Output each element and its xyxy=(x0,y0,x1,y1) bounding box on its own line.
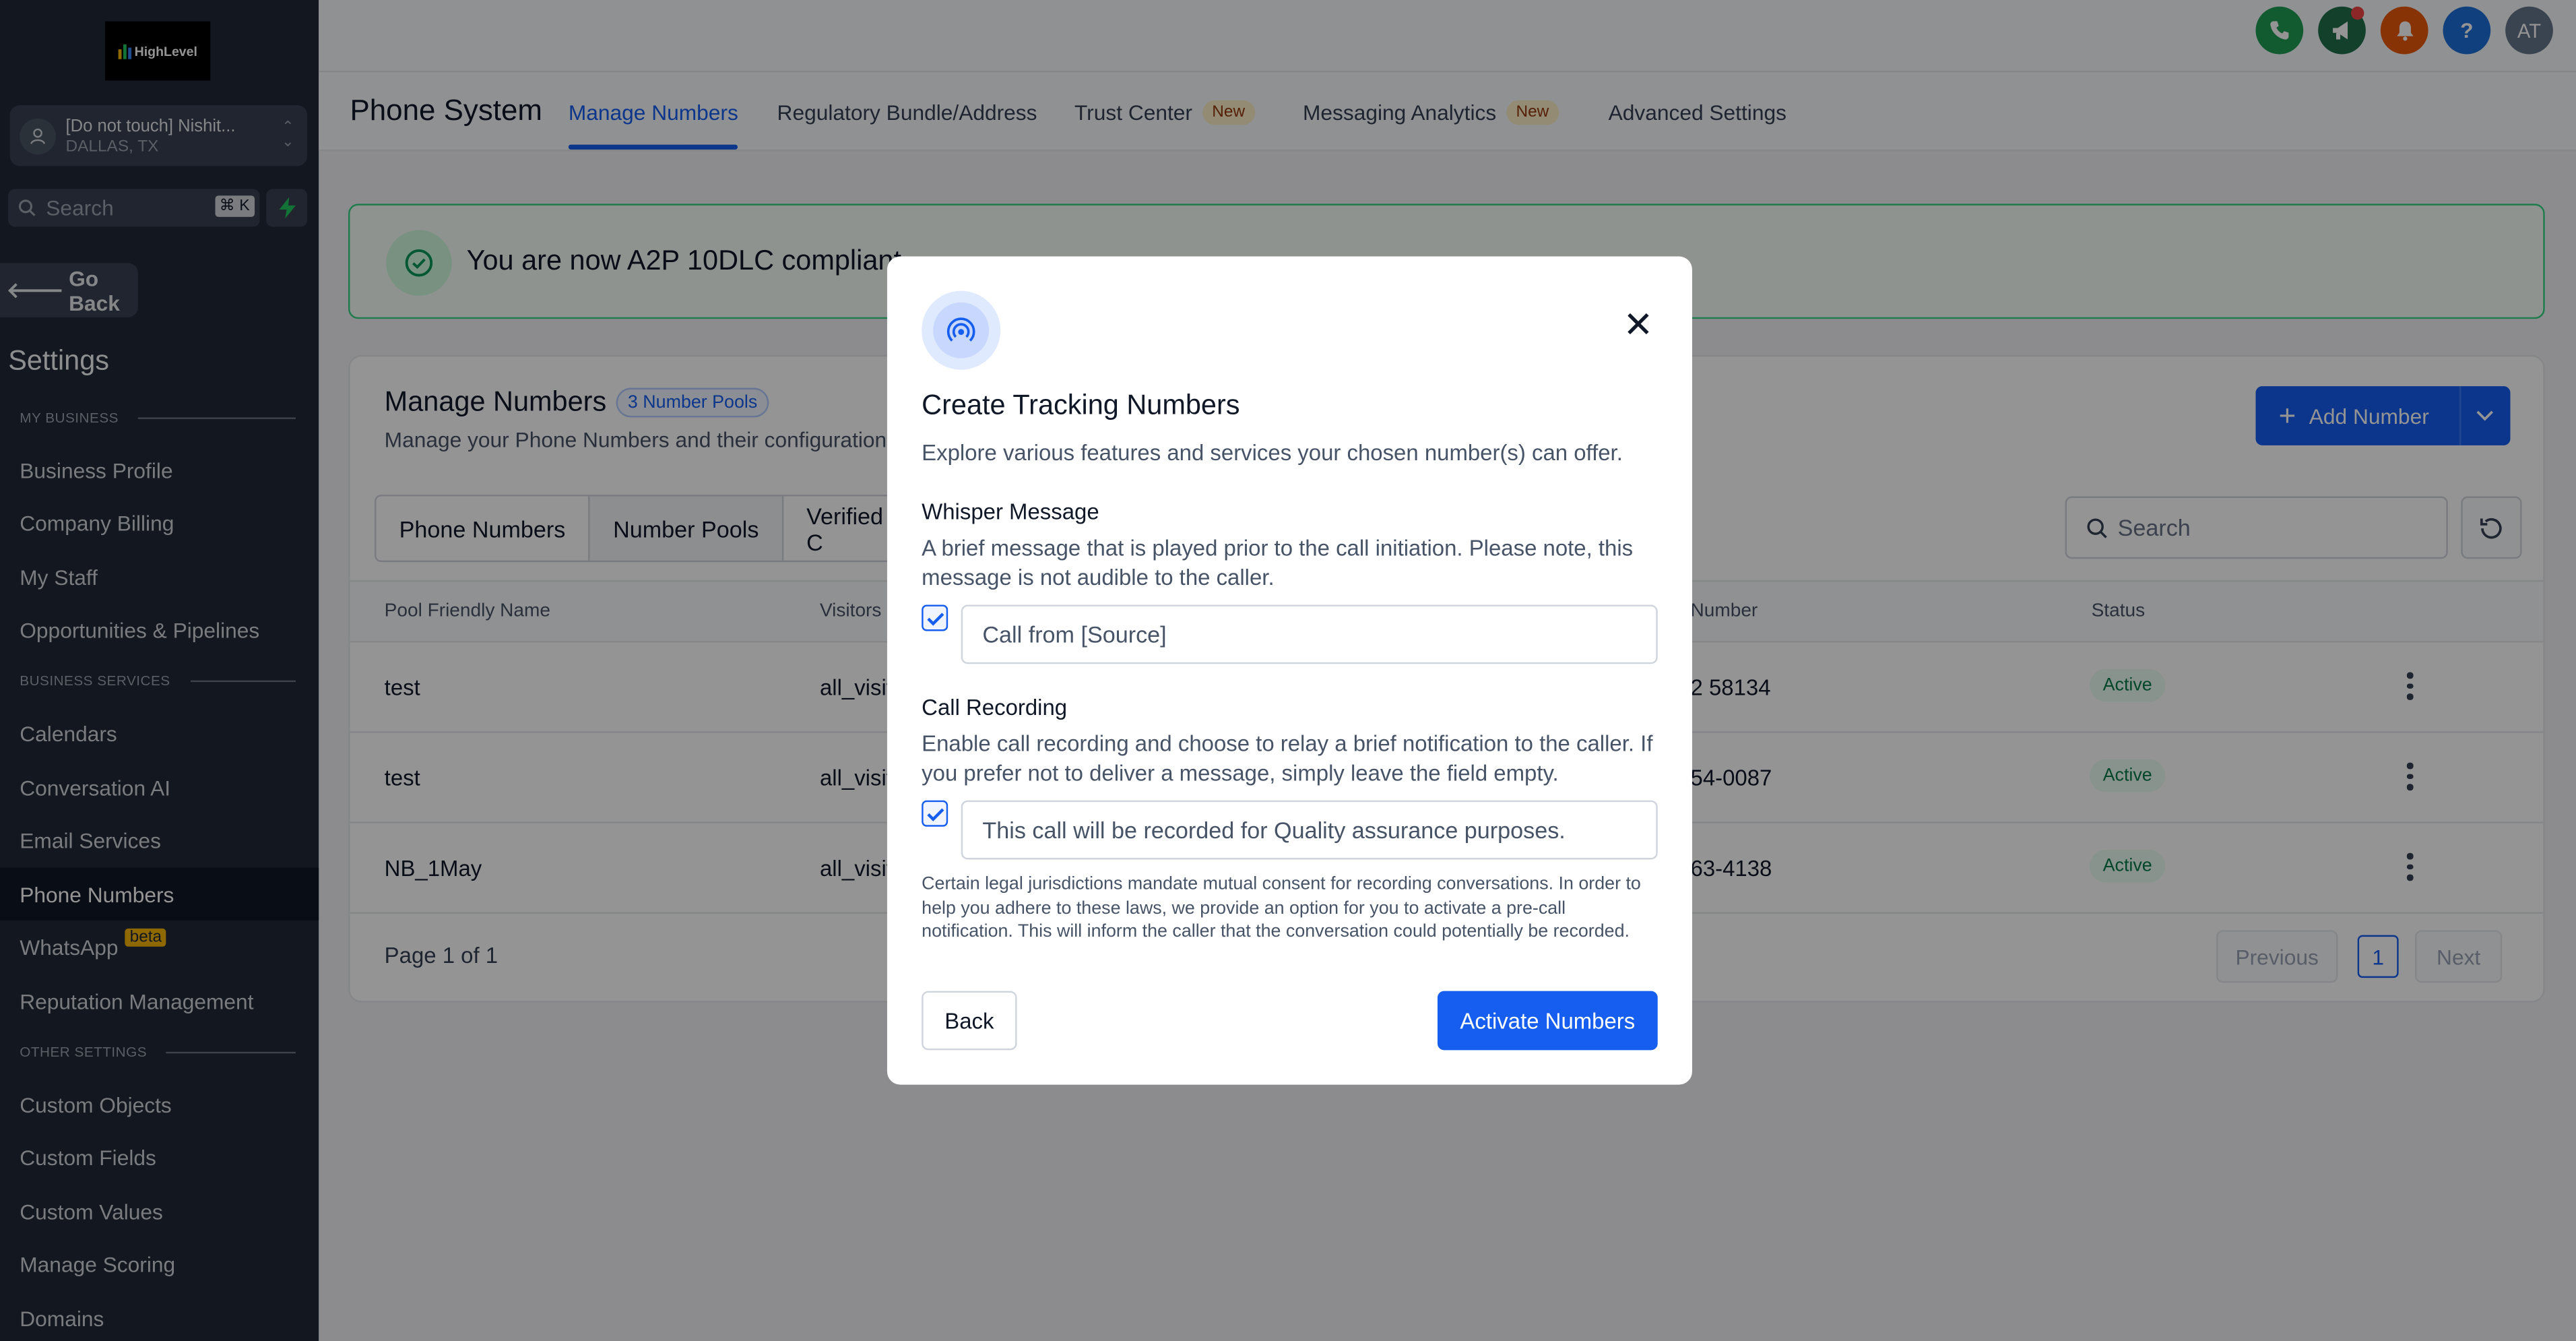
activate-numbers-button[interactable]: Activate Numbers xyxy=(1437,991,1658,1051)
legal-note: Certain legal jurisdictions mandate mutu… xyxy=(922,874,1641,942)
call-recording-help: Enable call recording and choose to rela… xyxy=(922,731,1653,786)
back-button[interactable]: Back xyxy=(922,991,1017,1051)
call-recording-input[interactable] xyxy=(961,800,1658,860)
whisper-message-input[interactable] xyxy=(961,604,1658,664)
close-icon[interactable]: ✕ xyxy=(1623,307,1654,343)
create-tracking-numbers-modal: ✕ Create Tracking Numbers Explore variou… xyxy=(887,256,1692,1085)
check-icon xyxy=(926,807,944,821)
whisper-message-label: Whisper Message xyxy=(922,499,1099,524)
whisper-checkbox[interactable] xyxy=(922,604,948,631)
call-recording-label: Call Recording xyxy=(922,695,1068,720)
call-recording-checkbox[interactable] xyxy=(922,800,948,827)
signal-broadcast-icon xyxy=(922,290,1001,370)
whisper-message-help: A brief message that is played prior to … xyxy=(922,536,1634,590)
check-icon xyxy=(926,612,944,625)
modal-title: Create Tracking Numbers xyxy=(922,389,1240,421)
modal-description: Explore various features and services yo… xyxy=(922,440,1623,466)
